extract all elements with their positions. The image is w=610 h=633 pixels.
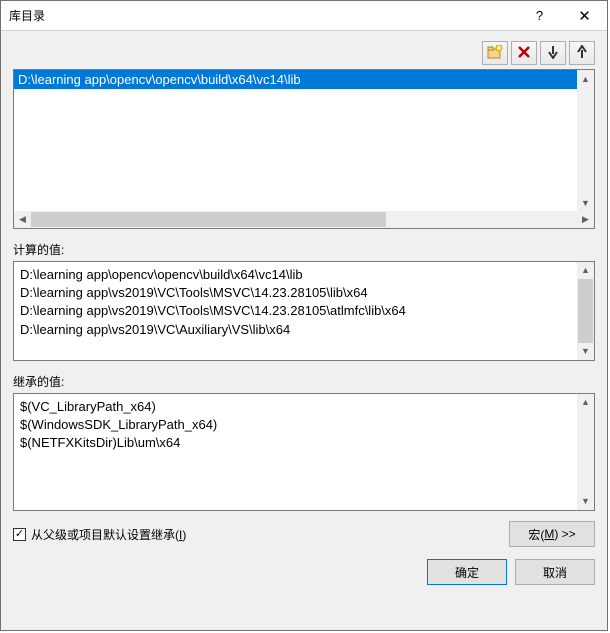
dialog-title: 库目录 [9, 7, 517, 24]
list-item[interactable]: D:\learning app\opencv\opencv\build\x64\… [14, 70, 594, 89]
vertical-scrollbar[interactable]: ▲ ▼ [577, 394, 594, 510]
list-toolbar [13, 41, 595, 65]
ok-button[interactable]: 确定 [427, 559, 507, 585]
vertical-scrollbar[interactable]: ▲ ▼ [577, 262, 594, 360]
scroll-up-icon[interactable]: ▲ [577, 394, 594, 411]
macros-button[interactable]: 宏(M) >> [509, 521, 595, 547]
label-prefix: 从父级或项目默认设置继承( [31, 528, 179, 542]
titlebar: 库目录 ? ✕ [1, 1, 607, 31]
scroll-down-icon[interactable]: ▼ [577, 343, 594, 360]
scroll-thumb[interactable] [578, 279, 593, 343]
delete-icon [517, 45, 531, 62]
inherited-values-box: $(VC_LibraryPath_x64) $(WindowsSDK_Libra… [13, 393, 595, 511]
scroll-down-icon[interactable]: ▼ [577, 194, 594, 211]
move-down-button[interactable] [540, 41, 566, 65]
delete-button[interactable] [511, 41, 537, 65]
computed-values-label: 计算的值: [13, 241, 595, 258]
scroll-left-icon[interactable]: ◀ [14, 211, 31, 228]
label-prefix: 宏( [528, 526, 544, 543]
scroll-up-icon[interactable]: ▲ [577, 70, 594, 87]
listbox-inner: D:\learning app\opencv\opencv\build\x64\… [14, 70, 594, 211]
computed-line: D:\learning app\vs2019\VC\Tools\MSVC\14.… [20, 302, 574, 320]
vertical-scrollbar[interactable]: ▲ ▼ [577, 70, 594, 211]
inherited-line: $(WindowsSDK_LibraryPath_x64) [20, 416, 574, 434]
inherited-values-label: 继承的值: [13, 373, 595, 390]
computed-line: D:\learning app\vs2019\VC\Auxiliary\VS\l… [20, 321, 574, 339]
directories-listbox[interactable]: D:\learning app\opencv\opencv\build\x64\… [13, 69, 595, 229]
horizontal-scrollbar[interactable]: ◀ ▶ [14, 211, 594, 228]
label-suffix: ) >> [554, 527, 575, 541]
computed-line: D:\learning app\opencv\opencv\build\x64\… [20, 266, 574, 284]
library-directories-dialog: 库目录 ? ✕ [0, 0, 608, 631]
inherited-line: $(VC_LibraryPath_x64) [20, 398, 574, 416]
scroll-right-icon[interactable]: ▶ [577, 211, 594, 228]
inherited-line: $(NETFXKitsDir)Lib\um\x64 [20, 434, 574, 452]
computed-line: D:\learning app\vs2019\VC\Tools\MSVC\14.… [20, 284, 574, 302]
label-key: M [544, 527, 554, 541]
inherit-checkbox-label: 从父级或项目默认设置继承(I) [31, 526, 186, 543]
arrow-up-icon [576, 45, 588, 62]
cancel-button[interactable]: 取消 [515, 559, 595, 585]
bottom-row: ✓ 从父级或项目默认设置继承(I) 宏(M) >> [13, 521, 595, 547]
dialog-buttons: 确定 取消 [13, 559, 595, 589]
computed-values-box: D:\learning app\opencv\opencv\build\x64\… [13, 261, 595, 361]
help-button[interactable]: ? [517, 1, 562, 30]
move-up-button[interactable] [569, 41, 595, 65]
new-folder-icon [487, 45, 503, 62]
close-button[interactable]: ✕ [562, 1, 607, 30]
dialog-content: D:\learning app\opencv\opencv\build\x64\… [1, 31, 607, 630]
scroll-down-icon[interactable]: ▼ [577, 493, 594, 510]
inherit-checkbox[interactable]: ✓ [13, 528, 26, 541]
inherit-checkbox-row[interactable]: ✓ 从父级或项目默认设置继承(I) [13, 526, 501, 543]
scroll-track[interactable] [31, 211, 577, 228]
scroll-thumb[interactable] [31, 212, 386, 227]
scroll-up-icon[interactable]: ▲ [577, 262, 594, 279]
label-suffix: ) [182, 528, 186, 542]
arrow-down-icon [547, 45, 559, 62]
new-folder-button[interactable] [482, 41, 508, 65]
